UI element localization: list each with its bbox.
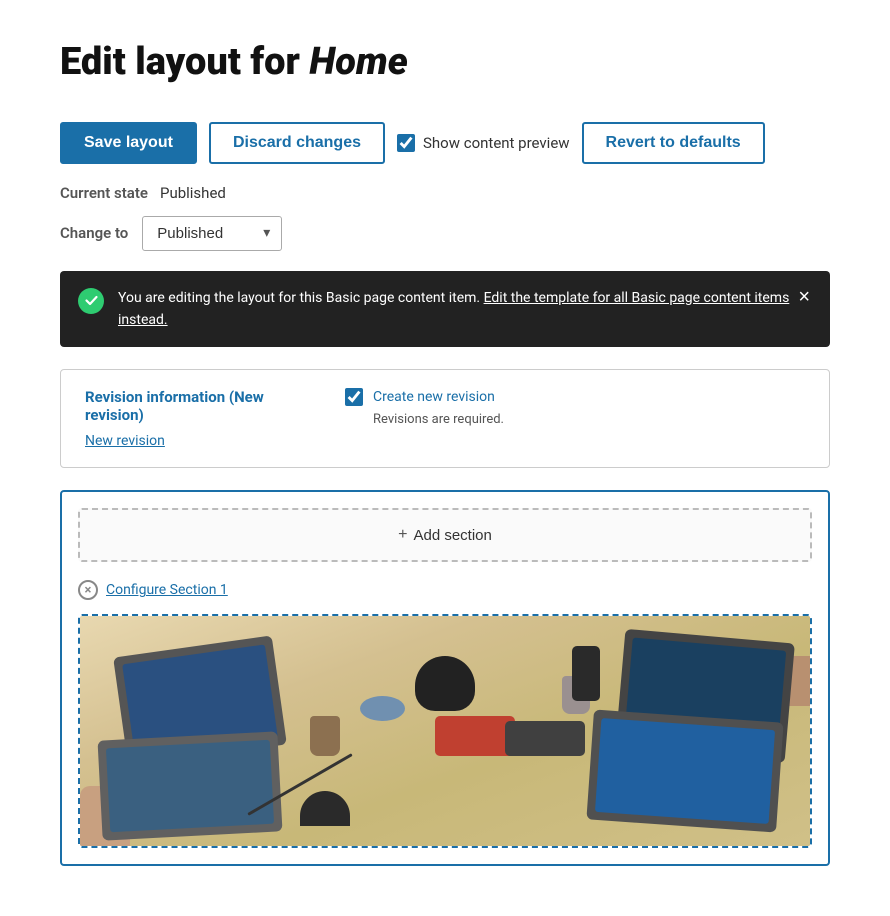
bowl bbox=[360, 696, 405, 721]
revision-subtitle-link[interactable]: New revision bbox=[85, 433, 165, 449]
notice-text-before: You are editing the layout for this Basi… bbox=[118, 290, 480, 306]
page-title-em: Home bbox=[309, 40, 407, 84]
show-preview-checkbox[interactable] bbox=[397, 134, 415, 152]
revision-note: Revisions are required. bbox=[373, 412, 805, 427]
content-image-area bbox=[78, 614, 812, 848]
content-image bbox=[80, 616, 810, 846]
revision-right: Create new revision Revisions are requir… bbox=[345, 388, 805, 427]
current-state-row: Current state Published bbox=[60, 184, 830, 202]
notice-close-button[interactable]: × bbox=[792, 285, 816, 309]
save-layout-button[interactable]: Save layout bbox=[60, 122, 197, 164]
current-state-value: Published bbox=[160, 184, 226, 202]
change-to-row: Change to Published Unpublished Draft Ar… bbox=[60, 216, 830, 251]
harddrive-red bbox=[435, 716, 515, 756]
layout-editor: + Add section × Configure Section 1 bbox=[60, 490, 830, 866]
notice-text: You are editing the layout for this Basi… bbox=[118, 287, 812, 332]
headphone bbox=[300, 791, 350, 826]
workspace-image bbox=[80, 616, 810, 846]
current-state-label: Current state bbox=[60, 184, 148, 202]
change-to-select[interactable]: Published Unpublished Draft Archived bbox=[142, 216, 282, 251]
notice-banner: You are editing the layout for this Basi… bbox=[60, 271, 830, 348]
revision-check-row: Create new revision bbox=[345, 388, 805, 406]
create-revision-checkbox[interactable] bbox=[345, 388, 363, 406]
harddrive-black bbox=[505, 721, 585, 756]
change-to-label: Change to bbox=[60, 224, 128, 242]
configure-section-link[interactable]: Configure Section 1 bbox=[106, 582, 228, 598]
revert-defaults-button[interactable]: Revert to defaults bbox=[582, 122, 765, 164]
add-section-area[interactable]: + Add section bbox=[78, 508, 812, 562]
preview-label-text: Show content preview bbox=[423, 134, 570, 152]
configure-section-row: × Configure Section 1 bbox=[78, 580, 812, 600]
teapot bbox=[415, 656, 475, 711]
configure-close-icon[interactable]: × bbox=[78, 580, 98, 600]
revision-left: Revision information (New revision) New … bbox=[85, 388, 315, 449]
plus-icon: + bbox=[398, 526, 407, 544]
laptop-bottom-left bbox=[98, 732, 283, 841]
phone bbox=[572, 646, 600, 701]
page-title: Edit layout for Home bbox=[60, 40, 830, 86]
discard-changes-button[interactable]: Discard changes bbox=[209, 122, 385, 164]
revision-title: Revision information (New revision) bbox=[85, 388, 315, 424]
add-section-button[interactable]: + Add section bbox=[398, 526, 492, 544]
notice-check-icon bbox=[78, 288, 104, 314]
add-section-label: Add section bbox=[413, 527, 491, 544]
toolbar: Save layout Discard changes Show content… bbox=[60, 122, 830, 164]
page-title-prefix: Edit layout for bbox=[60, 40, 300, 84]
page-wrapper: Edit layout for Home Save layout Discard… bbox=[0, 0, 890, 906]
revision-box: Revision information (New revision) New … bbox=[60, 369, 830, 468]
cup1 bbox=[310, 716, 340, 756]
show-preview-label[interactable]: Show content preview bbox=[397, 134, 570, 152]
change-to-select-wrapper: Published Unpublished Draft Archived ▾ bbox=[142, 216, 282, 251]
laptop-bottom-right bbox=[586, 710, 783, 833]
create-revision-label[interactable]: Create new revision bbox=[373, 389, 495, 405]
